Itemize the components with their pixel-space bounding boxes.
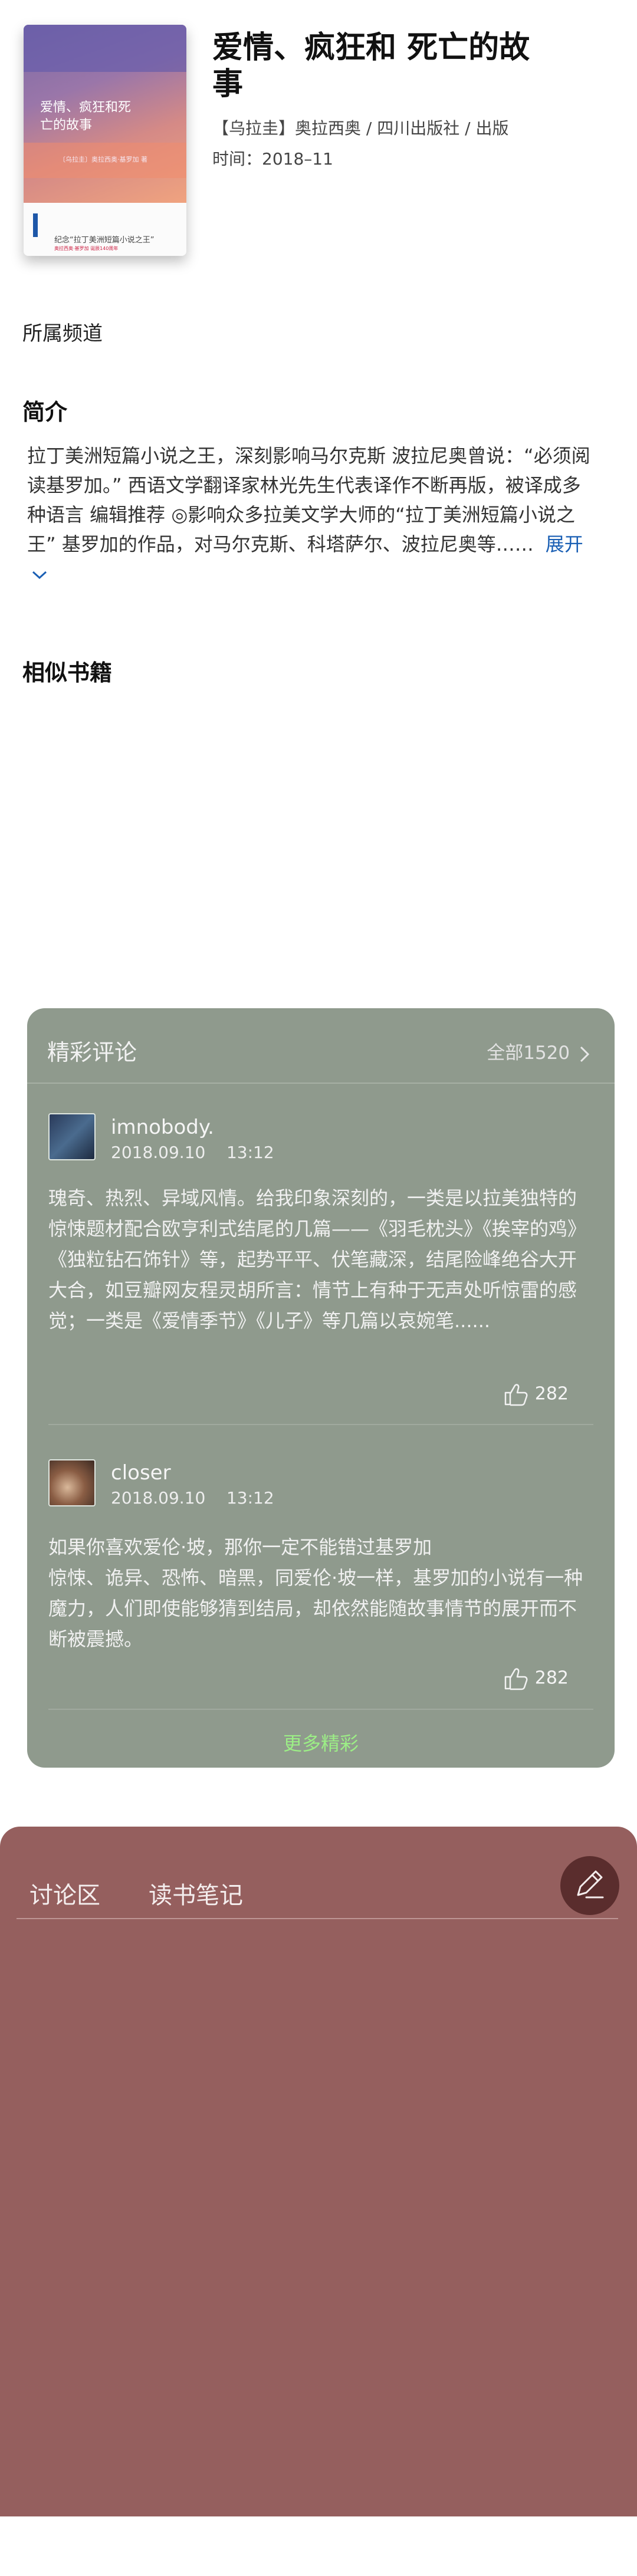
book-title: 爱情、疯狂和 死亡的故事: [212, 30, 530, 102]
thumbs-up-icon: [504, 1668, 528, 1690]
more-reviews-link[interactable]: 更多精彩: [27, 1729, 615, 1756]
cover-sub: 奥拉西奥·基罗加 诞辰140周年: [54, 246, 119, 251]
reviews-title: 精彩评论: [47, 1039, 137, 1065]
avatar[interactable]: [48, 1459, 96, 1506]
card-divider: [27, 1083, 615, 1084]
expand-label: 展开: [545, 533, 583, 555]
intro-text: 拉丁美洲短篇小说之王，深刻影响马尔克斯 波拉尼奥曾说：“必须阅读基罗加。” 西语…: [27, 445, 590, 555]
review-date: 2018.09.10 13:12: [111, 1143, 274, 1162]
tabs-divider: [17, 1918, 618, 1919]
book-publish-time: 时间：2018–11: [212, 149, 333, 169]
similar-heading: 相似书籍: [22, 660, 113, 686]
intro-text-block: 拉丁美洲短篇小说之王，深刻影响马尔克斯 波拉尼奥曾说：“必须阅读基罗加。” 西语…: [27, 441, 593, 588]
cover-title: 爱情、疯狂和死亡的故事: [40, 100, 132, 133]
cover-author: 〔乌拉圭〕奥拉西奥·基罗加 著: [59, 156, 147, 163]
discussion-panel: 讨论区 读书笔记: [0, 1827, 637, 2516]
cover-tagline: 纪念“拉丁美洲短篇小说之王”: [54, 236, 155, 245]
thumbs-up-icon: [504, 1384, 528, 1406]
tab-reading-notes[interactable]: 读书笔记: [149, 1876, 243, 1910]
intro-heading: 简介: [22, 399, 68, 425]
comment-divider: [48, 1709, 593, 1710]
like-count: 282: [534, 1667, 569, 1689]
tab-discussion[interactable]: 讨论区: [29, 1876, 100, 1910]
reviews-card: 精彩评论 全部1520 imnobody. 2018.09.10 13:12 瑰…: [27, 1008, 615, 1768]
chevron-right-icon: [580, 1046, 590, 1062]
book-cover[interactable]: 爱情、疯狂和死亡的故事 〔乌拉圭〕奥拉西奥·基罗加 著 纪念“拉丁美洲短篇小说之…: [24, 25, 186, 256]
review-date: 2018.09.10 13:12: [111, 1488, 274, 1508]
publisher-mark: [33, 213, 38, 237]
reviewer-name[interactable]: imnobody.: [111, 1116, 214, 1139]
channel-label: 所属频道: [22, 322, 103, 346]
like-button[interactable]: 282: [502, 1381, 569, 1408]
cover-artwork: 爱情、疯狂和死亡的故事 〔乌拉圭〕奥拉西奥·基罗加 著: [24, 25, 186, 203]
chevron-down-icon: [32, 571, 47, 580]
book-author-publisher: 【乌拉圭】奥拉西奥 / 四川出版社 / 出版: [212, 119, 509, 138]
edit-pen-icon: [577, 1870, 604, 1899]
all-reviews-label: 全部1520: [487, 1042, 570, 1064]
like-count: 282: [534, 1383, 569, 1404]
avatar[interactable]: [48, 1113, 96, 1160]
review-text[interactable]: 瑰奇、热烈、异域风情。给我印象深刻的，一类是以拉美独特的惊悚题材配合欧亨利式结尾…: [48, 1183, 591, 1336]
edit-button[interactable]: [560, 1856, 619, 1915]
cover-bottom: 纪念“拉丁美洲短篇小说之王” 奥拉西奥·基罗加 诞辰140周年: [24, 203, 186, 256]
review-text[interactable]: 如果你喜欢爱伦·坡，那你一定不能错过基罗加 惊悚、诡异、恐怖、暗黑，同爱伦·坡一…: [48, 1532, 591, 1654]
reviewer-name[interactable]: closer: [111, 1461, 171, 1485]
like-button[interactable]: 282: [502, 1665, 569, 1692]
all-reviews-link[interactable]: 全部1520: [487, 1038, 591, 1064]
comment-divider: [48, 1424, 593, 1425]
